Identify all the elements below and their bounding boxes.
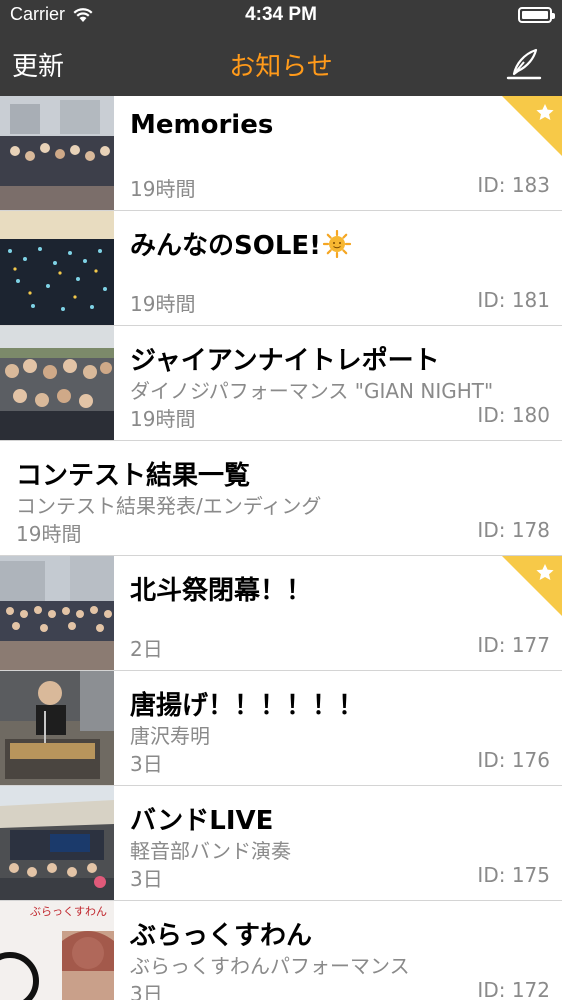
news-row[interactable]: ぶらっくすわん ぶらっくすわん ぶらっくすわんパフォーマンス 3日 ID: 17…: [0, 901, 562, 1000]
page-title: お知らせ: [229, 52, 333, 82]
row-time: 19時間: [16, 522, 82, 546]
row-time: 3日: [130, 752, 163, 776]
row-time: 3日: [130, 982, 163, 1000]
row-title: 北斗祭閉幕！！: [130, 576, 313, 606]
row-subtitle: ダイノジパフォーマンス "GIAN NIGHT": [130, 379, 494, 403]
battery-icon: [518, 7, 555, 23]
group-photo-thumbnail: [0, 556, 114, 670]
poster-photo-thumbnail: ぶらっくすわん: [0, 901, 114, 1000]
news-row[interactable]: ジャイアンナイトレポート ダイノジパフォーマンス "GIAN NIGHT" 19…: [0, 326, 562, 441]
row-time: 19時間: [130, 407, 196, 431]
row-title: ぶらっくすわん: [130, 921, 313, 951]
crowd-photo-thumbnail: [0, 96, 114, 210]
news-row[interactable]: コンテスト結果一覧 コンテスト結果発表/エンディング 19時間 ID: 178: [0, 441, 562, 556]
row-title: 唐揚げ！！！！！！: [130, 691, 365, 721]
crowd-photo-thumbnail: [0, 326, 114, 440]
sun-emoji-icon: [323, 230, 352, 258]
row-time: 19時間: [130, 177, 196, 201]
row-time: 19時間: [130, 292, 196, 316]
row-id: ID: 180: [477, 403, 550, 427]
row-subtitle: コンテスト結果発表/エンディング: [16, 494, 322, 518]
row-title: みんなのSOLE!: [130, 225, 352, 262]
news-row[interactable]: Memories 19時間 ID: 183: [0, 96, 562, 211]
row-title: コンテスト結果一覧: [16, 461, 251, 491]
status-bar: Carrier 4:34 PM: [0, 0, 562, 32]
news-row[interactable]: バンドLIVE 軽音部バンド演奏 3日 ID: 175: [0, 786, 562, 901]
stage-photo-thumbnail: [0, 786, 114, 900]
cooking-photo-thumbnail: [0, 671, 114, 785]
news-row[interactable]: みんなのSOLE! 19時間 ID: 181: [0, 211, 562, 326]
row-title: Memories: [130, 110, 274, 140]
row-id: ID: 183: [477, 173, 550, 197]
row-id: ID: 172: [477, 978, 550, 1000]
row-id: ID: 177: [477, 633, 550, 657]
compose-icon[interactable]: [504, 44, 544, 84]
poster-text: ぶらっくすわん: [30, 905, 107, 918]
row-id: ID: 175: [477, 863, 550, 887]
row-id: ID: 181: [477, 288, 550, 312]
row-subtitle: ぶらっくすわんパフォーマンス: [130, 954, 410, 978]
star-ribbon-icon: [502, 96, 562, 156]
row-title: バンドLIVE: [130, 806, 274, 836]
lights-photo-thumbnail: [0, 211, 114, 325]
row-subtitle: 軽音部バンド演奏: [130, 839, 291, 863]
news-row[interactable]: 唐揚げ！！！！！！ 唐沢寿明 3日 ID: 176: [0, 671, 562, 786]
row-id: ID: 176: [477, 748, 550, 772]
star-ribbon-icon: [502, 556, 562, 616]
row-time: 2日: [130, 637, 163, 661]
row-title-text: みんなのSOLE!: [130, 231, 322, 261]
status-time: 4:34 PM: [245, 4, 317, 25]
row-time: 3日: [130, 867, 163, 891]
row-subtitle: 唐沢寿明: [130, 724, 210, 748]
row-id: ID: 178: [477, 518, 550, 542]
row-title: ジャイアンナイトレポート: [130, 346, 440, 376]
navigation-bar: 更新 お知らせ: [0, 32, 562, 96]
news-row[interactable]: 北斗祭閉幕！！ 2日 ID: 177: [0, 556, 562, 671]
